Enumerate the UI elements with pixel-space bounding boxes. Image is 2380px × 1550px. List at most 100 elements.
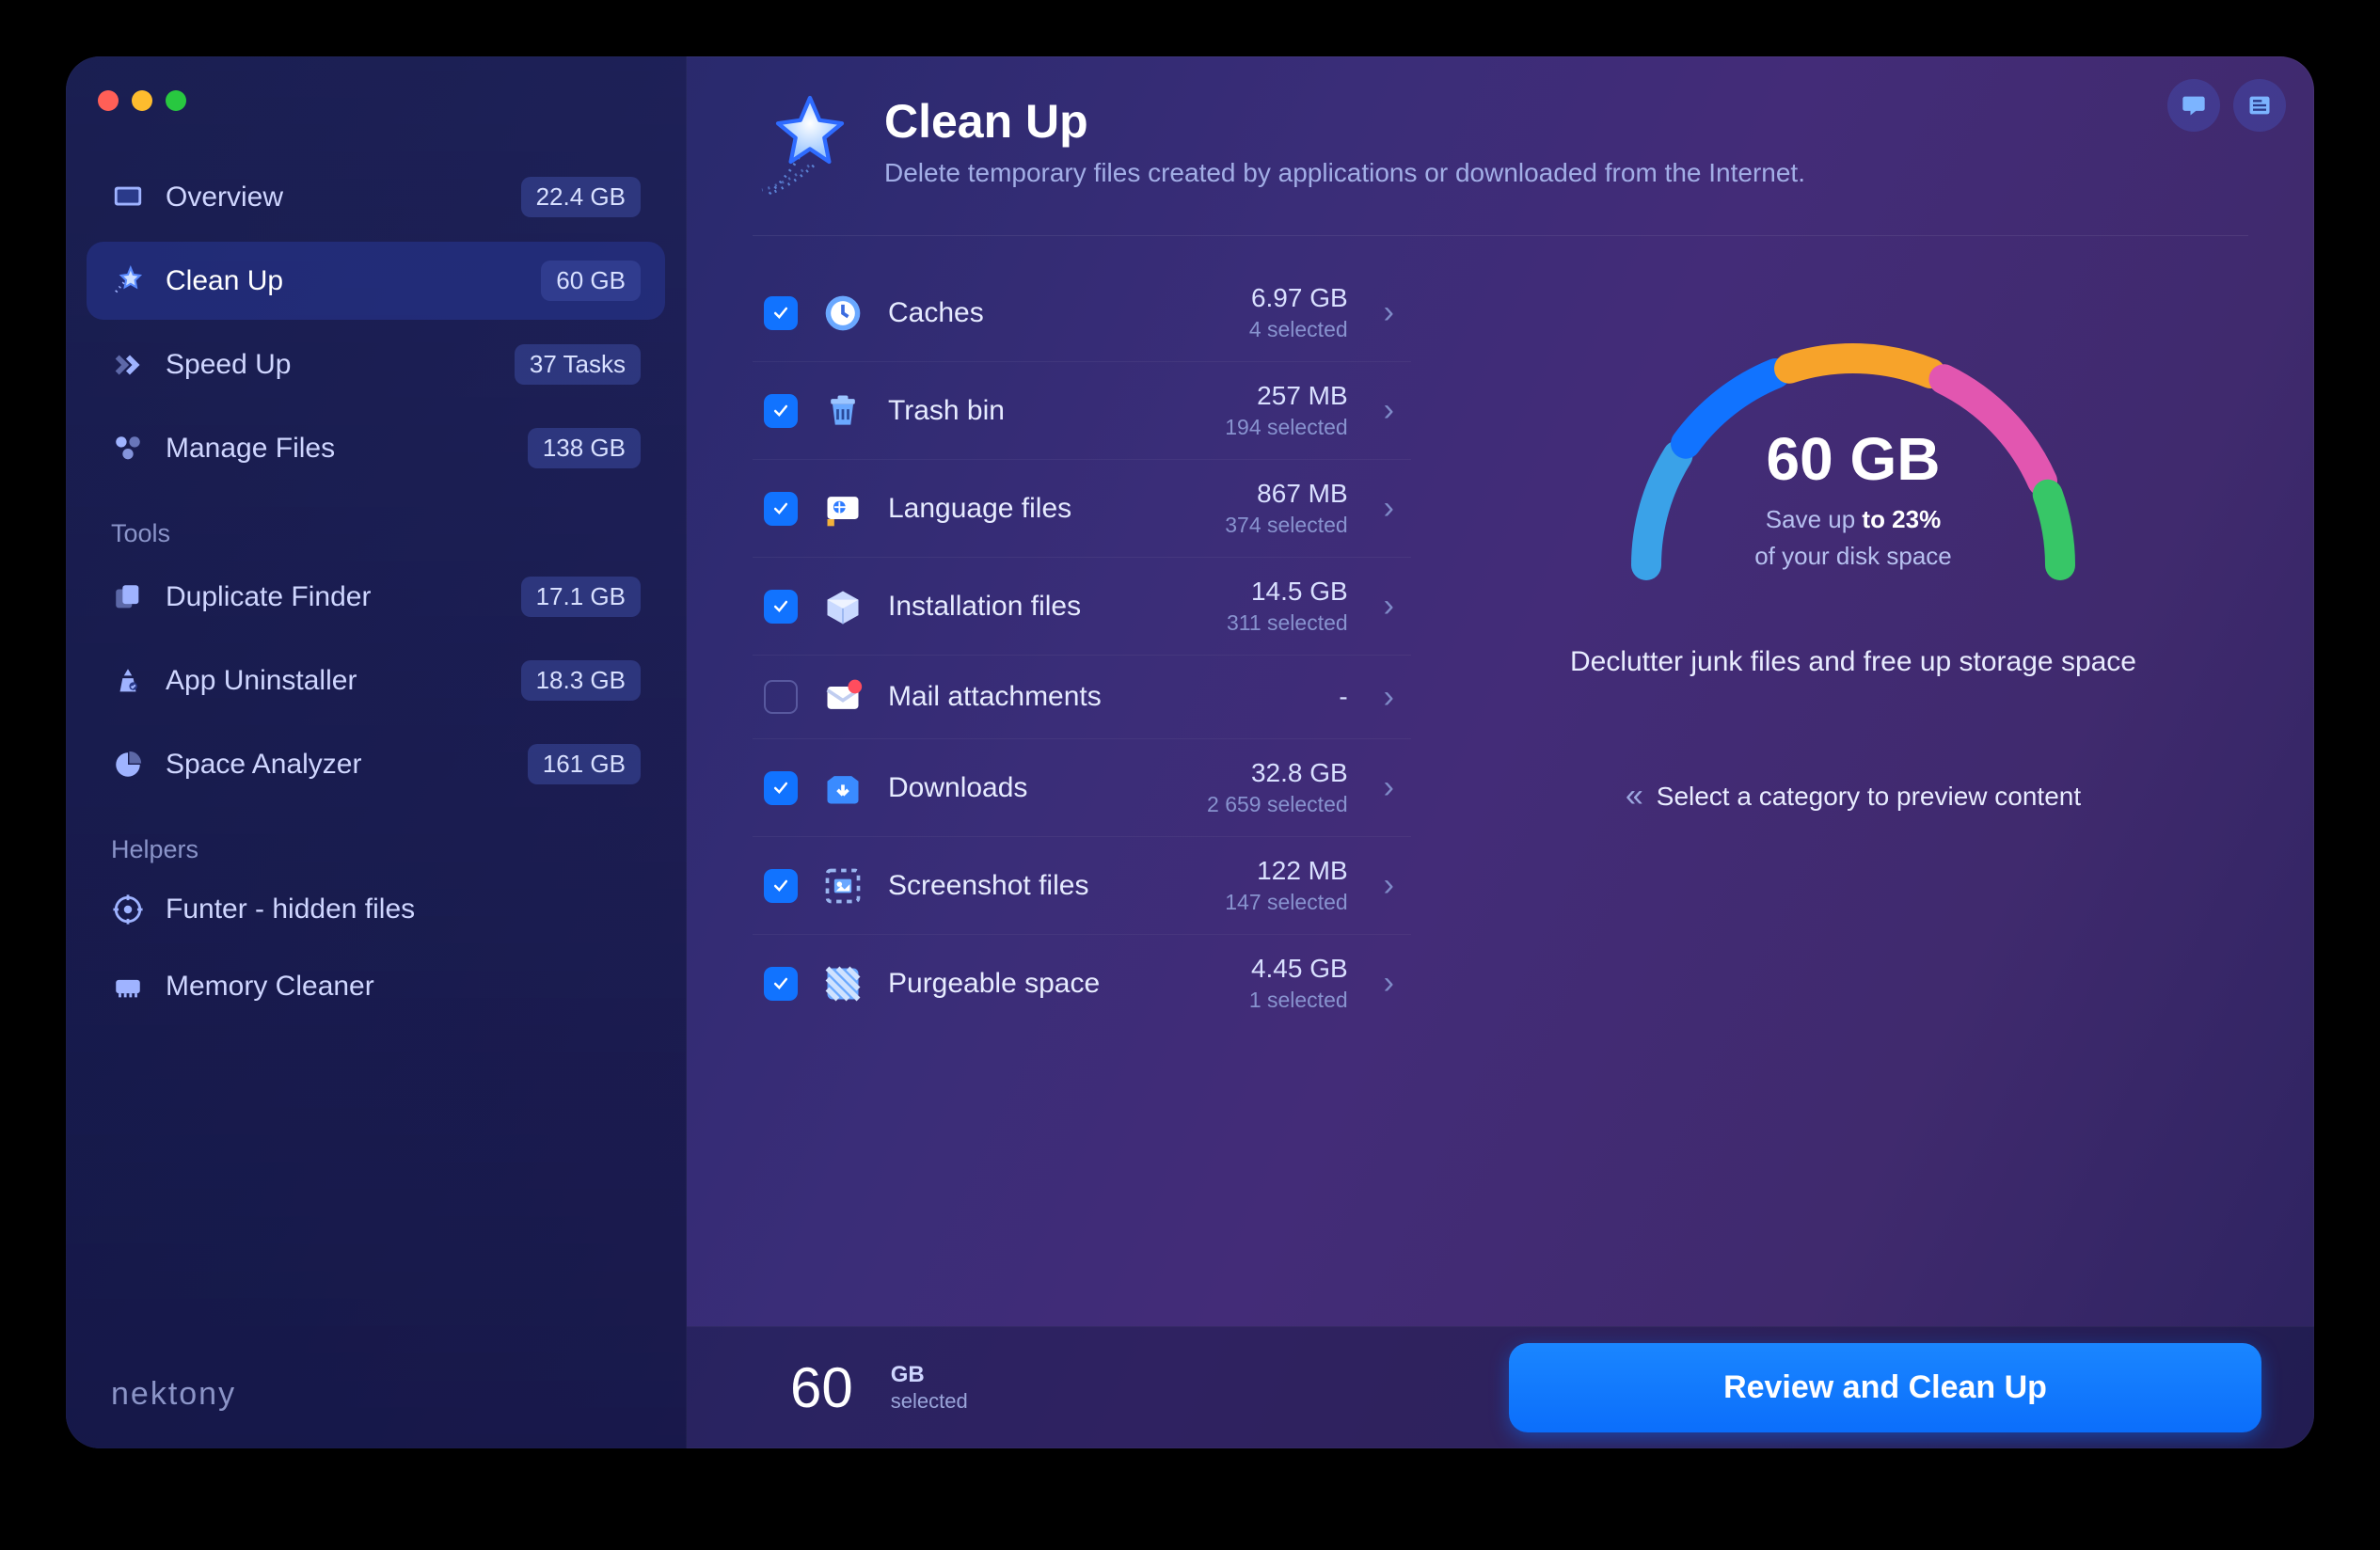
close-window-button[interactable] (98, 90, 119, 111)
sidebar-tools-nav: Duplicate Finder 17.1 GB App Uninstaller… (87, 558, 665, 803)
sidebar-item-badge: 17.1 GB (521, 577, 641, 617)
sidebar: Overview 22.4 GB Clean Up 60 GB Speed Up… (66, 56, 687, 1448)
minimize-window-button[interactable] (132, 90, 152, 111)
sidebar-section-tools: Tools (87, 487, 665, 558)
category-label: Screenshot files (888, 870, 1202, 902)
gauge-value: 60 GB (1590, 424, 2117, 494)
category-meta: - (1339, 682, 1355, 712)
category-size: 4.45 GB (1249, 954, 1348, 984)
category-label: Downloads (888, 772, 1184, 804)
category-label: Purgeable space (888, 968, 1227, 1000)
page-title: Clean Up (884, 94, 1805, 149)
page-subtitle: Delete temporary files created by applic… (884, 158, 1805, 188)
gauge-subtitle: Save up to 23% of your disk space (1590, 501, 2117, 575)
chevron-right-icon: › (1378, 294, 1400, 331)
funter-icon (111, 893, 145, 926)
preview-hint-text: Select a category to preview content (1657, 782, 2081, 812)
sidebar-item-memory-cleaner[interactable]: Memory Cleaner (87, 951, 665, 1022)
category-size: - (1339, 682, 1347, 712)
manage-icon (111, 432, 145, 466)
feedback-button[interactable] (2167, 79, 2220, 132)
category-checkbox[interactable] (764, 869, 798, 903)
window-controls (87, 83, 665, 158)
category-checkbox[interactable] (764, 967, 798, 1001)
category-selected-count: 1 selected (1249, 988, 1348, 1013)
app-window: Overview 22.4 GB Clean Up 60 GB Speed Up… (66, 56, 2314, 1448)
category-label: Caches (888, 297, 1227, 329)
news-icon (2246, 92, 2273, 119)
category-row-caches[interactable]: Caches 6.97 GB 4 selected › (753, 264, 1411, 362)
category-checkbox[interactable] (764, 296, 798, 330)
footer-bar: 60 GB selected Review and Clean Up (687, 1326, 2314, 1448)
category-size: 14.5 GB (1227, 577, 1348, 607)
category-checkbox[interactable] (764, 492, 798, 526)
category-selected-count: 194 selected (1225, 415, 1347, 440)
sidebar-item-label: Funter - hidden files (166, 894, 641, 925)
category-checkbox[interactable] (764, 590, 798, 624)
category-row-language-files[interactable]: Language files 867 MB 374 selected › (753, 460, 1411, 558)
sidebar-item-manage-files[interactable]: Manage Files 138 GB (87, 409, 665, 487)
downloads-icon (820, 766, 865, 811)
chevron-right-icon: › (1378, 769, 1400, 806)
category-list: Caches 6.97 GB 4 selected › Trash bin 25… (753, 264, 1411, 1326)
category-row-installation-files[interactable]: Installation files 14.5 GB 311 selected … (753, 558, 1411, 656)
category-label: Mail attachments (888, 681, 1316, 713)
memory-icon (111, 970, 145, 1004)
category-row-downloads[interactable]: Downloads 32.8 GB 2 659 selected › (753, 739, 1411, 837)
category-meta: 6.97 GB 4 selected (1249, 283, 1356, 342)
preview-hint: « Select a category to preview content (1626, 778, 2081, 815)
sidebar-item-label: App Uninstaller (166, 665, 500, 697)
analyzer-icon (111, 748, 145, 782)
review-and-clean-button[interactable]: Review and Clean Up (1509, 1343, 2261, 1432)
category-checkbox[interactable] (764, 680, 798, 714)
chevron-right-icon: › (1378, 867, 1400, 904)
sidebar-helpers-nav: Funter - hidden files Memory Cleaner (87, 874, 665, 1022)
duplicate-icon (111, 580, 145, 614)
speedup-icon (111, 348, 145, 382)
category-meta: 867 MB 374 selected (1225, 479, 1355, 538)
uninstaller-icon (111, 664, 145, 698)
sidebar-item-label: Manage Files (166, 433, 507, 465)
category-size: 6.97 GB (1249, 283, 1348, 313)
sidebar-item-overview[interactable]: Overview 22.4 GB (87, 158, 665, 236)
sidebar-item-badge: 138 GB (528, 428, 641, 468)
category-size: 32.8 GB (1207, 758, 1348, 788)
sidebar-item-speed-up[interactable]: Speed Up 37 Tasks (87, 325, 665, 403)
sidebar-item-app-uninstaller[interactable]: App Uninstaller 18.3 GB (87, 641, 665, 720)
category-row-mail-attachments[interactable]: Mail attachments - › (753, 656, 1411, 739)
sidebar-item-label: Duplicate Finder (166, 581, 500, 613)
chevrons-left-icon: « (1626, 778, 1638, 815)
news-button[interactable] (2233, 79, 2286, 132)
sidebar-item-label: Memory Cleaner (166, 971, 641, 1003)
category-selected-count: 311 selected (1227, 610, 1348, 636)
category-meta: 14.5 GB 311 selected (1227, 577, 1356, 636)
sidebar-section-helpers: Helpers (87, 803, 665, 874)
cleanup-icon (111, 264, 145, 298)
sidebar-item-label: Space Analyzer (166, 749, 507, 781)
category-size: 122 MB (1225, 856, 1347, 886)
sidebar-item-duplicate-finder[interactable]: Duplicate Finder 17.1 GB (87, 558, 665, 636)
screenshot-icon (820, 863, 865, 909)
sidebar-item-clean-up[interactable]: Clean Up 60 GB (87, 242, 665, 320)
chevron-right-icon: › (1378, 679, 1400, 716)
footer-total-sub: selected (891, 1389, 968, 1414)
category-label: Trash bin (888, 395, 1202, 427)
sidebar-item-badge: 18.3 GB (521, 660, 641, 701)
sidebar-item-funter-hidden-files[interactable]: Funter - hidden files (87, 874, 665, 945)
topbar (2167, 79, 2286, 132)
category-checkbox[interactable] (764, 771, 798, 805)
category-label: Language files (888, 493, 1202, 525)
fullscreen-window-button[interactable] (166, 90, 186, 111)
chevron-right-icon: › (1378, 588, 1400, 625)
category-row-purgeable-space[interactable]: Purgeable space 4.45 GB 1 selected › (753, 935, 1411, 1032)
category-checkbox[interactable] (764, 394, 798, 428)
category-selected-count: 147 selected (1225, 890, 1347, 915)
category-label: Installation files (888, 591, 1204, 623)
category-meta: 122 MB 147 selected (1225, 856, 1355, 915)
category-row-screenshot-files[interactable]: Screenshot files 122 MB 147 selected › (753, 837, 1411, 935)
sidebar-item-space-analyzer[interactable]: Space Analyzer 161 GB (87, 725, 665, 803)
category-row-trash-bin[interactable]: Trash bin 257 MB 194 selected › (753, 362, 1411, 460)
caches-icon (820, 291, 865, 336)
category-meta: 257 MB 194 selected (1225, 381, 1355, 440)
category-selected-count: 4 selected (1249, 317, 1348, 342)
